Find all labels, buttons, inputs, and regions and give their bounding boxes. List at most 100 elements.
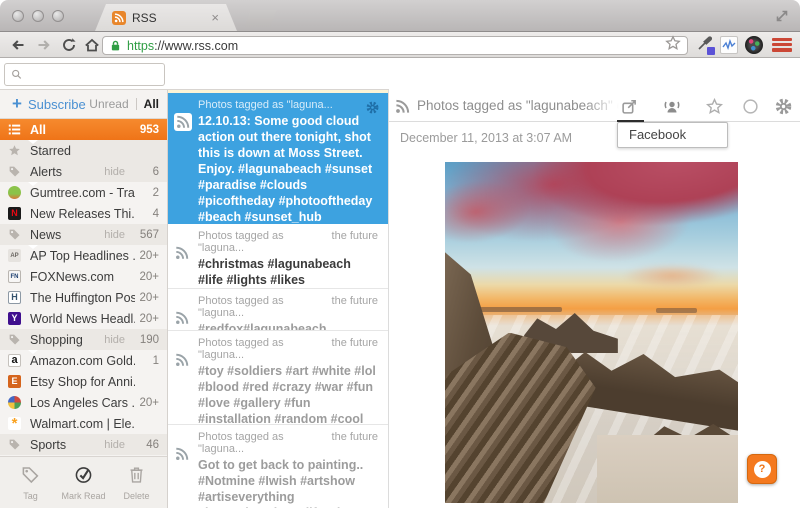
search-box[interactable] [4,63,165,86]
unread-count: 46 [146,438,159,451]
camera-lens-extension-icon[interactable] [745,36,763,54]
minimize-window-button[interactable] [32,10,44,22]
help-button[interactable]: ? [747,454,777,484]
browser-window: RSS × https://www.rss.com + Subscribe Un… [0,0,800,508]
sidebar-item-starred[interactable]: Starred [0,140,167,161]
hide-link[interactable]: hide [104,439,125,451]
article-title: #redfox#lagunabeach #hottdress [198,322,327,331]
browser-tab[interactable]: RSS × [95,4,237,31]
article-list-item[interactable]: Photos tagged as "laguna... the future #r… [168,289,388,331]
walmart-favicon: * [8,416,21,431]
rss-source-icon [175,353,189,372]
feed-rss-icon [395,99,410,119]
tag-button[interactable]: Tag [6,465,56,501]
gumtree-favicon [8,186,21,199]
hide-link[interactable]: hide [104,229,125,241]
yahoo-news-favicon: Y [8,312,21,325]
unread-count: 2 [152,186,159,199]
delete-button[interactable]: Delete [112,465,162,501]
star-icon[interactable] [705,97,724,120]
feed-label: Shopping [30,332,83,347]
share-icon[interactable] [621,98,638,120]
article-list-item[interactable]: Photos tagged as "laguna... the future #t… [168,331,388,425]
home-button[interactable] [84,37,100,58]
amazon-favicon: a [8,354,21,367]
filter-all[interactable]: All [144,97,159,111]
huffington-post-favicon: H [8,291,21,304]
article-list-item[interactable]: Photos tagged as "laguna... the future #c… [168,224,388,289]
settings-gear-icon[interactable] [775,98,792,120]
feed-label: News [30,227,62,242]
netflix-favicon: N [8,207,21,220]
eyedropper-extension-icon[interactable] [696,36,715,55]
forward-button[interactable] [36,37,52,58]
article-title: Got to get back to painting.. #Notmine #… [198,458,364,508]
star-icon [8,144,22,157]
sidebar-item-news[interactable]: News hide 567 [0,224,167,249]
sidebar-item-walmart-com-ele[interactable]: * Walmart.com | Ele... [0,413,167,434]
sidebar-item-gumtree-com-tra[interactable]: Gumtree.com - Tra... 2 [0,182,167,203]
trash-icon [128,465,145,489]
address-bar[interactable]: https://www.rss.com [102,35,688,56]
tag-icon [8,333,22,346]
mark-read-button[interactable]: Mark Read [59,465,109,501]
browser-menu-icon[interactable] [772,38,792,52]
unread-count: 953 [139,123,159,136]
hide-link[interactable]: hide [104,166,125,178]
sidebar-item-alerts[interactable]: Alerts hide 6 [0,161,167,186]
reload-button[interactable] [61,37,77,58]
sidebar-item-shopping[interactable]: Shopping hide 190 [0,329,167,354]
new-tab-button[interactable] [245,10,277,27]
stats-wave-extension-icon[interactable] [720,36,738,54]
unread-count: 20+ [139,291,159,304]
article-source: Photos tagged as "laguna... [198,230,284,254]
subscribe-row: + Subscribe Unread All [0,90,167,119]
article-list-item[interactable]: Photos tagged as "laguna... the future Go… [168,425,388,508]
tag-icon [8,228,22,241]
article-timestamp: the future [331,295,378,307]
sidebar-item-ap-top-headlines[interactable]: AP AP Top Headlines ... 20+ [0,245,167,266]
los-angeles-cars-favicon [8,396,21,409]
search-input[interactable] [27,67,158,82]
tag-icon [8,438,22,451]
subscribe-button[interactable]: Subscribe [28,97,86,112]
hide-link[interactable]: hide [104,334,125,346]
unread-count: 190 [139,333,159,346]
sidebar-item-world-news-headl[interactable]: Y World News Headl... 20+ [0,308,167,329]
tab-close-icon[interactable]: × [211,13,219,23]
article-photo-laguna-beach-sunset [445,162,738,503]
article-source: Photos tagged as "laguna... [198,431,284,455]
sidebar-item-amazon-com-gold[interactable]: a Amazon.com Gold... 1 [0,350,167,371]
feed-label: Alerts [30,164,62,179]
unread-count: 20+ [139,270,159,283]
bookmark-star-icon[interactable] [665,35,681,56]
rss-source-icon [175,447,189,466]
https-lock-icon [111,40,120,51]
article-timestamp: the future [331,431,378,443]
article-title: #christmas #lagunabeach #life #lights #l… [198,257,351,287]
sidebar-item-foxnews-com[interactable]: FN FOXNews.com 20+ [0,266,167,287]
article-gear-icon[interactable] [366,101,379,119]
mark-unread-icon[interactable] [742,98,759,120]
zoom-window-button[interactable] [52,10,64,22]
unread-count: 1 [152,354,159,367]
reader-header: Photos tagged as "lagunabeach" on In [389,90,800,122]
sidebar-item-sports[interactable]: Sports hide 46 [0,434,167,455]
article-list-item[interactable]: Photos tagged as "laguna... 12.10.13: So… [168,93,388,224]
back-button[interactable] [10,37,26,58]
sidebar-item-the-huffington-pos[interactable]: H The Huffington Pos... 20+ [0,287,167,308]
feed-label: Amazon.com Gold... [30,353,135,368]
fullscreen-icon[interactable] [774,8,790,29]
filter-unread[interactable]: Unread [89,97,128,111]
sidebar-item-new-releases-thi[interactable]: N New Releases Thi... 4 [0,203,167,224]
sidebar-item-all[interactable]: All 953 [0,119,167,144]
email-share-icon[interactable] [663,98,681,120]
share-menu-item-facebook[interactable]: Facebook [617,122,728,148]
unread-count: 20+ [139,312,159,325]
feed-label: New Releases Thi... [30,206,135,221]
article-title: 12.10.13: Some good cloud action out the… [198,114,373,224]
sidebar-item-etsy-shop-for-anni[interactable]: E Etsy Shop for Anni... [0,371,167,392]
tag-icon [21,465,40,489]
close-window-button[interactable] [12,10,24,22]
sidebar-item-los-angeles-cars[interactable]: Los Angeles Cars ... 20+ [0,392,167,413]
